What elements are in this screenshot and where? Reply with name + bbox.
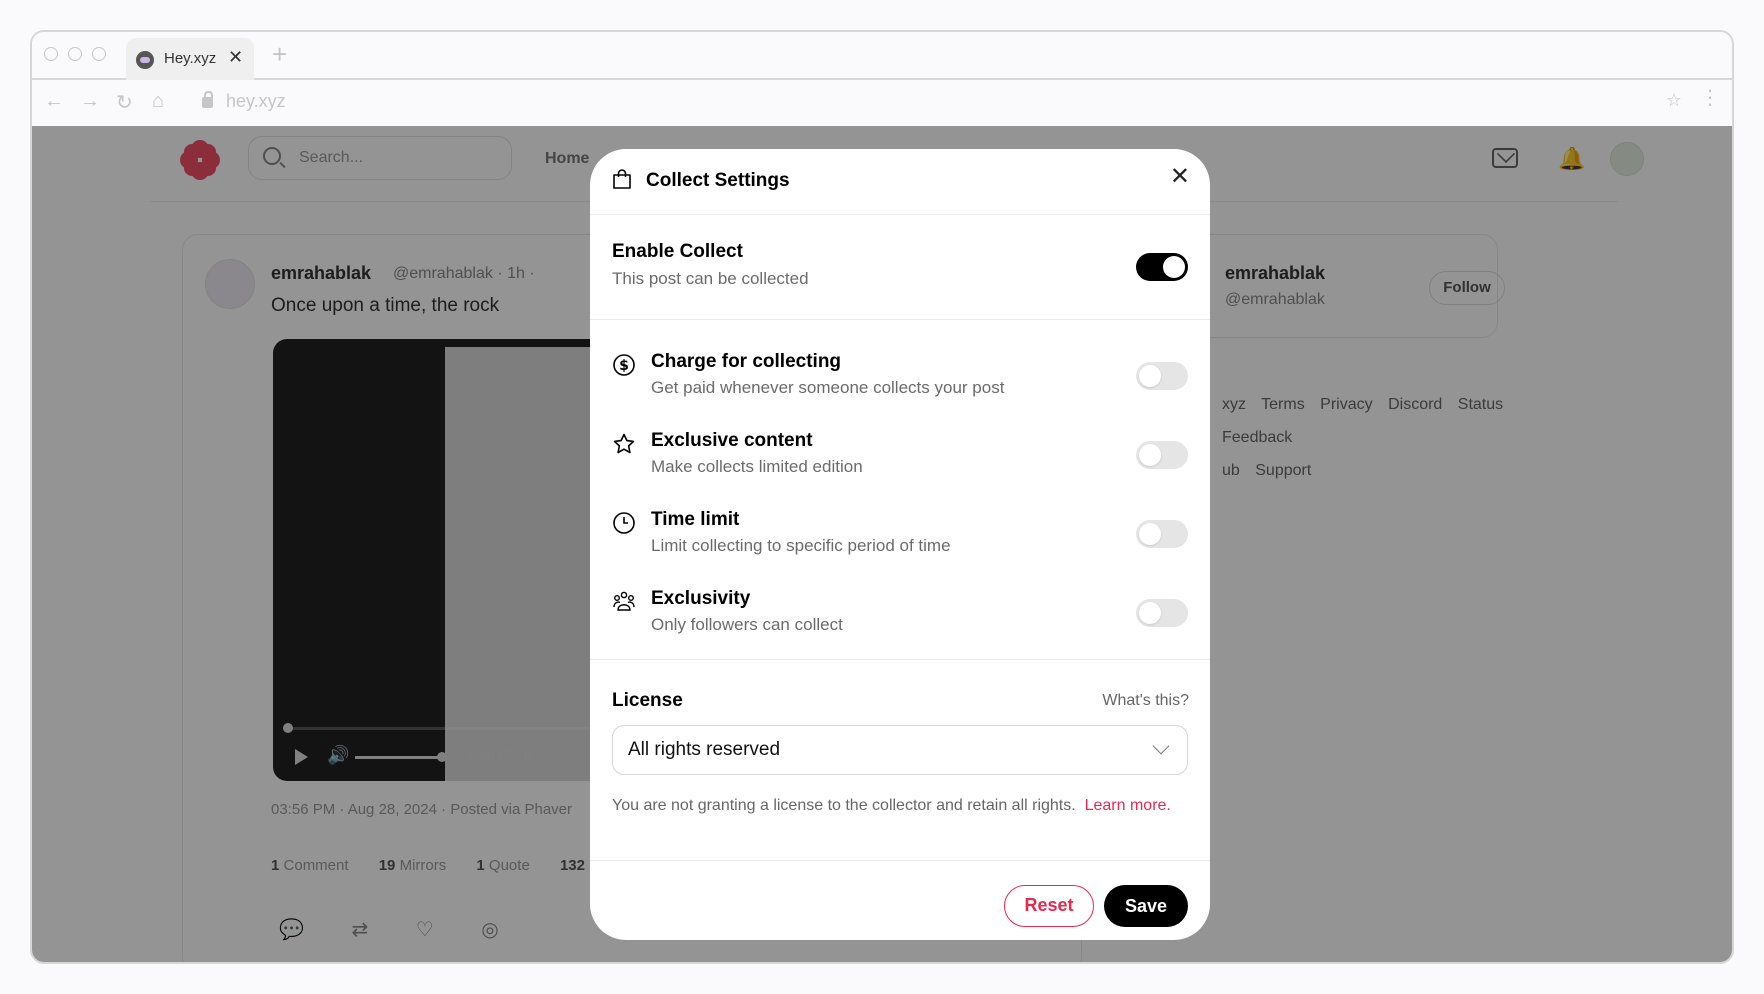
option-subtitle: Only followers can collect — [651, 615, 843, 634]
toggle-knob — [1139, 444, 1161, 466]
tab-bar: Hey.xyz ✕ + — [32, 32, 1732, 80]
option-title: Exclusivity — [651, 588, 751, 609]
window-maximize-button[interactable] — [92, 47, 106, 61]
enable-collect-title: Enable Collect — [612, 241, 743, 262]
collect-options-section: $ Charge for collecting Get paid wheneve… — [590, 320, 1210, 660]
modal-footer: Reset Save — [590, 861, 1210, 940]
new-tab-button[interactable]: + — [272, 39, 287, 70]
toggle-knob — [1139, 602, 1161, 624]
option-title: Charge for collecting — [651, 351, 842, 372]
license-select[interactable]: All rights reserved — [612, 725, 1188, 775]
enable-collect-toggle[interactable] — [1136, 253, 1188, 281]
chevron-down-icon — [1152, 737, 1170, 755]
license-section: License What's this? All rights reserved… — [590, 660, 1210, 861]
bookmark-star-icon[interactable]: ☆ — [1666, 90, 1682, 111]
exclusivity-toggle[interactable] — [1136, 599, 1188, 627]
shopping-bag-icon — [613, 169, 631, 189]
home-icon[interactable]: ⌂ — [152, 90, 164, 113]
collect-settings-modal: Collect Settings ✕ Enable Collect This p… — [590, 149, 1210, 940]
clock-icon — [613, 512, 635, 534]
close-icon[interactable]: ✕ — [1170, 165, 1190, 189]
option-title: Time limit — [651, 509, 740, 530]
browser-menu-icon[interactable]: ⋮ — [1700, 88, 1720, 108]
reset-button[interactable]: Reset — [1004, 885, 1094, 927]
save-button[interactable]: Save — [1104, 885, 1188, 927]
back-icon[interactable]: ← — [44, 90, 64, 113]
time-limit-toggle[interactable] — [1136, 520, 1188, 548]
license-note-text: You are not granting a license to the co… — [612, 797, 1076, 814]
license-help-link[interactable]: What's this? — [1102, 692, 1189, 710]
url-field[interactable]: hey.xyz — [226, 91, 286, 112]
svg-text:$: $ — [619, 358, 629, 374]
toggle-knob — [1163, 256, 1185, 278]
option-subtitle: Make collects limited edition — [651, 457, 863, 476]
lock-icon — [202, 91, 213, 108]
charge-toggle[interactable] — [1136, 362, 1188, 390]
toggle-knob — [1139, 365, 1161, 387]
favicon-icon — [136, 51, 154, 69]
modal-title: Collect Settings — [646, 170, 790, 191]
tab-title: Hey.xyz — [164, 50, 217, 67]
license-label: License — [612, 690, 683, 711]
modal-header: Collect Settings ✕ — [590, 149, 1210, 215]
toggle-knob — [1139, 523, 1161, 545]
license-note: You are not granting a license to the co… — [612, 794, 1192, 818]
browser-tab[interactable]: Hey.xyz ✕ — [126, 38, 254, 80]
users-icon — [613, 591, 635, 611]
option-subtitle: Limit collecting to specific period of t… — [651, 536, 951, 555]
option-subtitle: Get paid whenever someone collects your … — [651, 378, 1005, 397]
tab-close-icon[interactable]: ✕ — [228, 47, 243, 68]
enable-collect-subtitle: This post can be collected — [612, 269, 809, 288]
reload-icon[interactable]: ↻ — [116, 90, 133, 115]
window-minimize-button[interactable] — [68, 47, 82, 61]
license-selected-value: All rights reserved — [628, 739, 781, 760]
star-icon — [613, 433, 635, 454]
dollar-circle-icon: $ — [613, 354, 635, 376]
forward-icon[interactable]: → — [80, 90, 100, 113]
address-bar: ← → ↻ ⌂ hey.xyz ☆ ⋮ — [32, 80, 1732, 126]
exclusive-content-toggle[interactable] — [1136, 441, 1188, 469]
learn-more-link[interactable]: Learn more. — [1085, 797, 1171, 814]
window-close-button[interactable] — [44, 47, 58, 61]
option-title: Exclusive content — [651, 430, 813, 451]
enable-collect-section: Enable Collect This post can be collecte… — [590, 215, 1210, 320]
